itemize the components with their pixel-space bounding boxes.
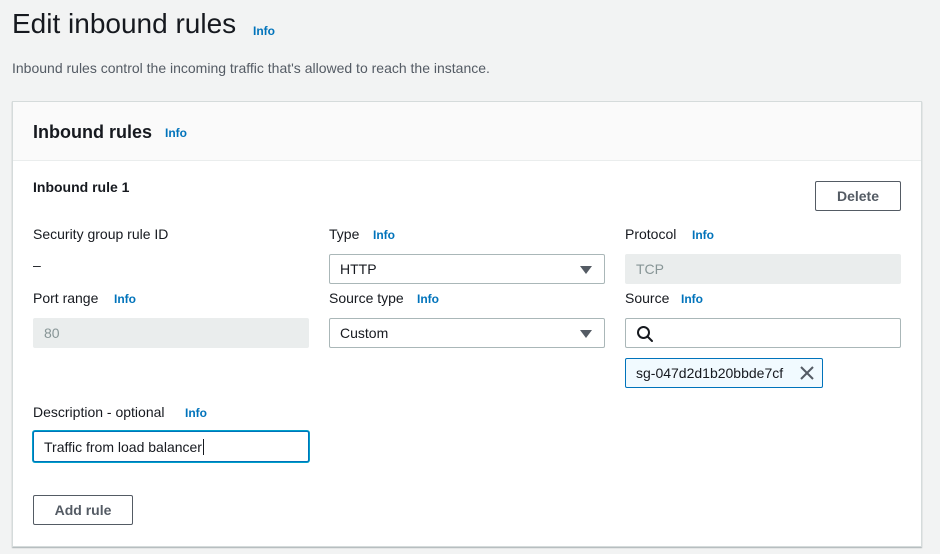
port-range-info-link[interactable]: Info: [114, 292, 136, 306]
source-type-label: Source type: [329, 290, 404, 306]
description-input[interactable]: Traffic from load balancer: [33, 431, 309, 462]
protocol-value: TCP: [636, 261, 664, 277]
add-rule-button[interactable]: Add rule: [33, 495, 133, 525]
source-token-label: sg-047d2d1b20bbde7cf: [636, 365, 784, 381]
port-range-value: 80: [44, 325, 60, 341]
search-icon: [637, 326, 653, 342]
type-select-value: HTTP: [340, 261, 377, 277]
source-token: sg-047d2d1b20bbde7cf: [625, 358, 823, 388]
caret-down-icon: [580, 266, 592, 274]
rule-title: Inbound rule 1: [33, 179, 130, 195]
page-description: Inbound rules control the incoming traff…: [12, 60, 490, 76]
page-title-info-link[interactable]: Info: [253, 24, 275, 38]
caret-down-icon: [580, 330, 592, 338]
panel-title: Inbound rules: [33, 122, 152, 142]
source-type-info-link[interactable]: Info: [417, 292, 439, 306]
description-info-link[interactable]: Info: [185, 406, 207, 420]
type-select[interactable]: HTTP: [329, 254, 605, 284]
security-group-rule-id-value: –: [33, 257, 41, 273]
inbound-rules-panel: Inbound rules Info Inbound rule 1 Delete…: [12, 101, 922, 547]
protocol-label: Protocol: [625, 226, 677, 242]
page-title: Edit inbound rules: [12, 8, 237, 39]
panel-info-link[interactable]: Info: [165, 126, 187, 140]
security-group-rule-id-label: Security group rule ID: [33, 226, 169, 242]
delete-rule-button[interactable]: Delete: [815, 181, 901, 211]
source-search-input[interactable]: [625, 318, 901, 348]
protocol-field: TCP: [625, 254, 901, 284]
port-range-label: Port range: [33, 290, 99, 306]
panel-header: Inbound rules Info: [13, 102, 921, 161]
source-type-select[interactable]: Custom: [329, 318, 605, 348]
description-input-value: Traffic from load balancer: [44, 438, 202, 455]
port-range-field: 80: [33, 318, 309, 348]
source-type-select-value: Custom: [340, 325, 389, 341]
source-info-link[interactable]: Info: [681, 292, 703, 306]
text-cursor: [202, 438, 204, 455]
close-icon[interactable]: [799, 365, 815, 381]
type-label: Type: [329, 226, 360, 242]
source-label: Source: [625, 290, 670, 306]
description-label: Description - optional: [33, 404, 165, 420]
protocol-info-link[interactable]: Info: [692, 228, 714, 242]
type-info-link[interactable]: Info: [373, 228, 395, 242]
